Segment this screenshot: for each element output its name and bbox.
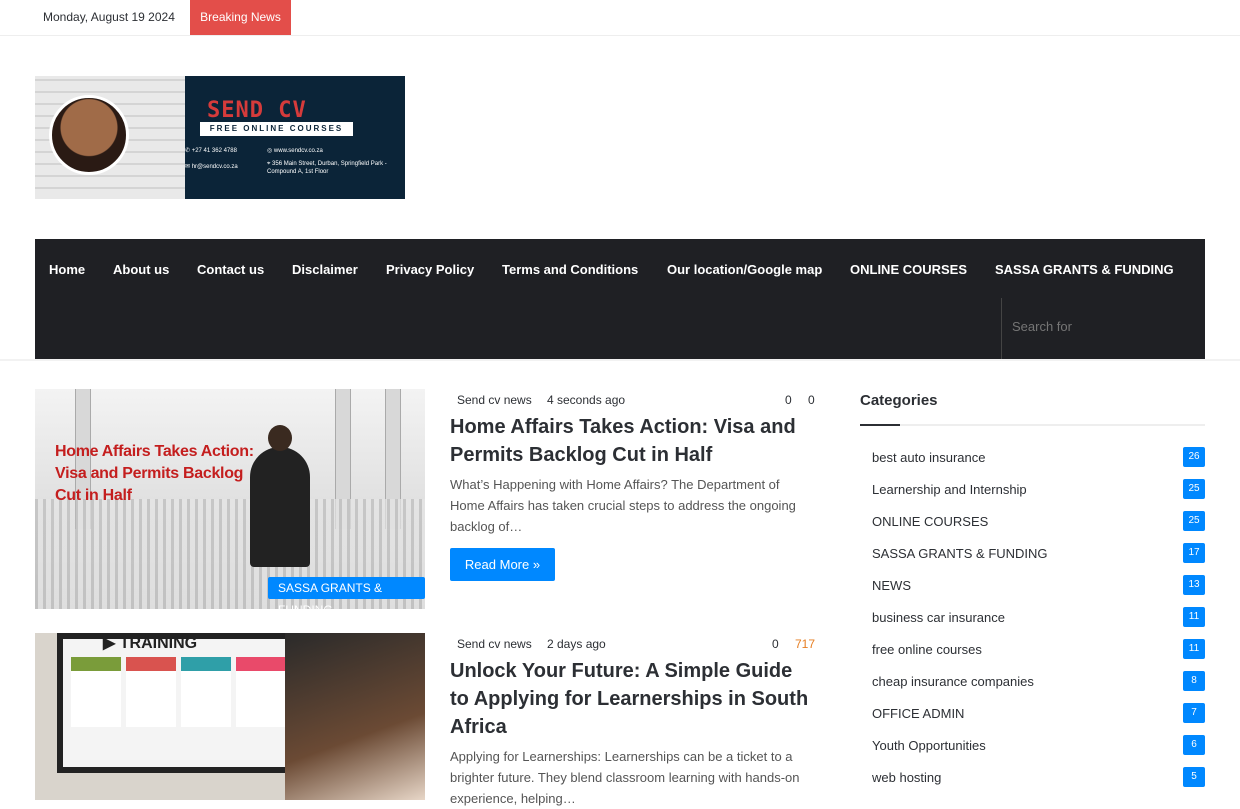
logo-subtitle: FREE ONLINE COURSES <box>200 122 353 136</box>
image-person <box>285 633 425 800</box>
category-name[interactable]: cheap insurance companies <box>872 674 1034 689</box>
nav-about-us[interactable]: About us <box>113 262 169 277</box>
category-name[interactable]: OFFICE ADMIN <box>872 706 964 721</box>
category-item[interactable]: OFFICE ADMIN 7 <box>860 697 1205 729</box>
category-count-badge: 25 <box>1183 479 1205 499</box>
image-card <box>181 657 231 727</box>
breaking-news-label[interactable]: Breaking News <box>190 0 291 35</box>
category-count-badge: 11 <box>1183 607 1205 627</box>
category-tag[interactable]: SASSA GRANTS & FUNDING <box>268 577 425 609</box>
category-count-badge: 8 <box>1183 671 1205 691</box>
nav-location-map[interactable]: Our location/Google map <box>667 262 822 277</box>
post-time: 2 days ago <box>547 637 606 651</box>
category-count-badge: 5 <box>1183 767 1205 787</box>
nav-disclaimer[interactable]: Disclaimer <box>292 262 358 277</box>
logo-title: SEND CV <box>207 98 307 123</box>
image-card <box>236 657 286 727</box>
category-item[interactable]: Youth Opportunities 6 <box>860 729 1205 761</box>
category-item[interactable]: business car insurance 11 <box>860 601 1205 633</box>
post-author[interactable]: Send cv news <box>457 393 532 407</box>
nav-privacy-policy[interactable]: Privacy Policy <box>386 262 474 277</box>
category-name[interactable]: best auto insurance <box>872 450 985 465</box>
nav-contact-us[interactable]: Contact us <box>197 262 264 277</box>
post-excerpt: What’s Happening with Home Affairs? The … <box>450 477 796 534</box>
categories-widget-title: Categories <box>860 392 938 409</box>
category-name[interactable]: web hosting <box>872 770 941 785</box>
thumbnail-headline: ▶ TRAINING <box>103 635 198 652</box>
image-monitor: ▶ TRAINING <box>57 633 297 773</box>
image-skill-cards <box>71 657 291 727</box>
category-item[interactable]: Learnership and Internship 25 <box>860 473 1205 505</box>
image-card <box>71 657 121 727</box>
category-count-badge: 17 <box>1183 543 1205 563</box>
read-more-button[interactable]: Read More » <box>450 548 555 581</box>
category-item[interactable]: SASSA GRANTS & FUNDING 17 <box>860 537 1205 569</box>
logo-email: ✉ hr@sendcv.co.za <box>185 164 238 170</box>
category-item[interactable]: best auto insurance 26 <box>860 441 1205 473</box>
nav-online-courses[interactable]: ONLINE COURSES <box>850 262 967 277</box>
widget-title-underline <box>860 424 1205 426</box>
post-thumbnail[interactable]: ▶ TRAINING <box>35 633 425 800</box>
nav-terms-and-conditions[interactable]: Terms and Conditions <box>502 262 638 277</box>
current-date: Monday, August 19 2024 <box>43 10 175 24</box>
category-name[interactable]: business car insurance <box>872 610 1005 625</box>
post-views-count: 717 <box>795 637 816 651</box>
post-thumbnail[interactable]: Home Affairs Takes Action: Visa and Perm… <box>35 389 425 609</box>
thumbnail-headline: Home Affairs Takes Action: Visa and Perm… <box>55 443 254 504</box>
post-comments-count[interactable]: 0 <box>785 393 792 407</box>
image-speaker-figure <box>250 425 310 567</box>
category-count-badge: 6 <box>1183 735 1205 755</box>
category-name[interactable]: SASSA GRANTS & FUNDING <box>872 546 1048 561</box>
post-comments-count[interactable]: 0 <box>772 637 779 651</box>
category-name[interactable]: Learnership and Internship <box>872 482 1027 497</box>
category-item[interactable]: ONLINE COURSES 25 <box>860 505 1205 537</box>
category-count-badge: 7 <box>1183 703 1205 723</box>
post-views-count: 0 <box>808 393 815 407</box>
image-card <box>126 657 176 727</box>
logo-address: ⌖ 356 Main Street, Durban, Springfield P… <box>267 161 387 175</box>
search-input[interactable] <box>1012 319 1192 334</box>
site-logo[interactable]: SEND CV FREE ONLINE COURSES ✆ +27 41 362… <box>35 76 405 199</box>
category-name[interactable]: Youth Opportunities <box>872 738 986 753</box>
logo-phone: ✆ +27 41 362 4788 <box>185 148 237 154</box>
categories-list: best auto insurance 26 Learnership and In… <box>860 441 1205 793</box>
post-title[interactable]: Unlock Your Future: A Simple Guide to Ap… <box>450 657 815 741</box>
category-count-badge: 13 <box>1183 575 1205 595</box>
main-navigation: Home About us Contact us Disclaimer Priv… <box>35 239 1205 359</box>
logo-website: ◎ www.sendcv.co.za <box>267 148 323 154</box>
nav-divider <box>0 359 1240 361</box>
category-name[interactable]: free online courses <box>872 642 982 657</box>
category-item[interactable]: cheap insurance companies 8 <box>860 665 1205 697</box>
top-bar: Monday, August 19 2024 Breaking News <box>0 0 1240 36</box>
category-item[interactable]: free online courses 11 <box>860 633 1205 665</box>
category-count-badge: 25 <box>1183 511 1205 531</box>
category-count-badge: 26 <box>1183 447 1205 467</box>
nav-search <box>1001 298 1205 359</box>
category-name[interactable]: ONLINE COURSES <box>872 514 988 529</box>
logo-portrait <box>49 95 129 175</box>
nav-home[interactable]: Home <box>49 262 85 277</box>
post-author[interactable]: Send cv news <box>457 637 532 651</box>
category-name[interactable]: NEWS <box>872 578 911 593</box>
nav-sassa-grants[interactable]: SASSA GRANTS & FUNDING <box>995 262 1174 277</box>
category-item[interactable]: web hosting 5 <box>860 761 1205 793</box>
category-item[interactable]: NEWS 13 <box>860 569 1205 601</box>
category-count-badge: 11 <box>1183 639 1205 659</box>
post-title[interactable]: Home Affairs Takes Action: Visa and Perm… <box>450 413 815 469</box>
post-time: 4 seconds ago <box>547 393 626 407</box>
